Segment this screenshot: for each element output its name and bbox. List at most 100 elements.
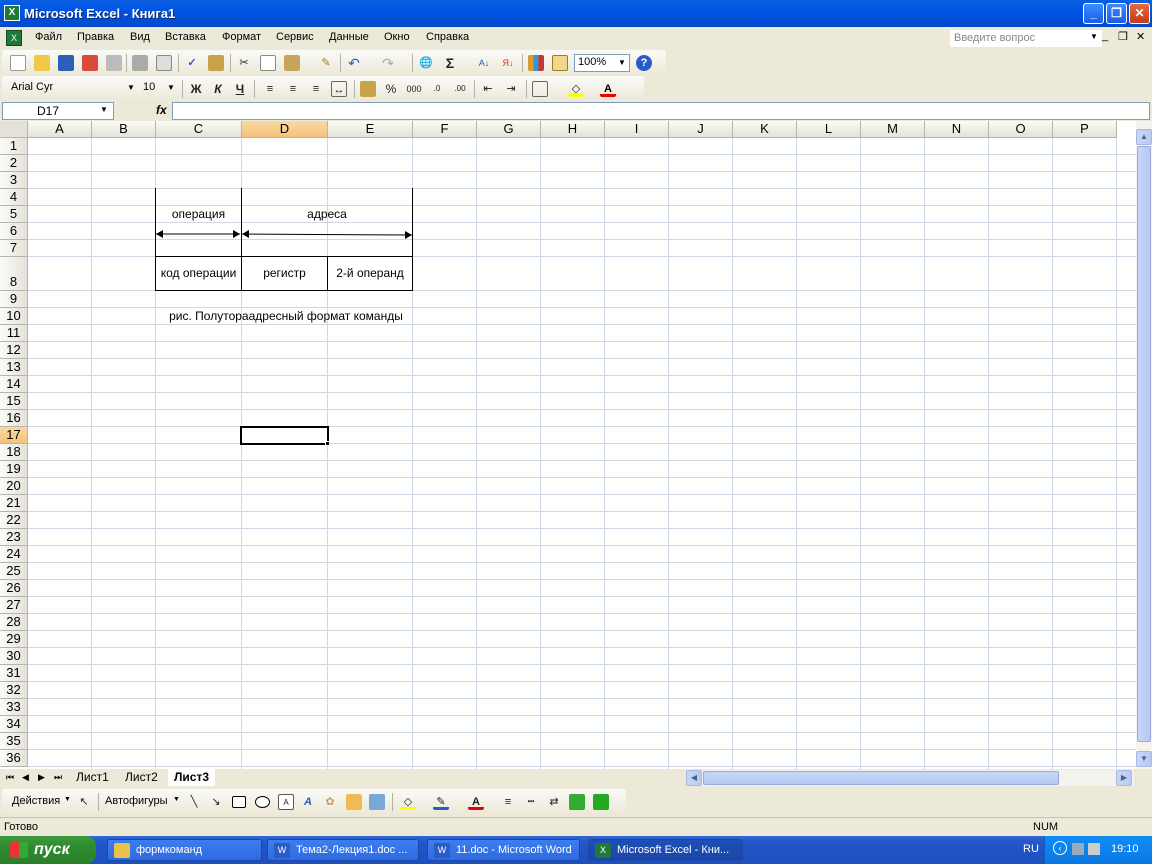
line-style-icon[interactable]: ≡: [500, 794, 516, 810]
doc-minimize-button[interactable]: _: [1102, 30, 1108, 42]
chart-wizard-icon[interactable]: [528, 55, 544, 71]
row-header-23[interactable]: 23: [0, 529, 28, 546]
tab-sheet1[interactable]: Лист1: [70, 769, 115, 786]
menu-window[interactable]: Окно: [384, 31, 410, 43]
task-excel[interactable]: X Microsoft Excel - Кни...: [588, 839, 743, 861]
menu-view[interactable]: Вид: [130, 31, 150, 43]
row-header-21[interactable]: 21: [0, 495, 28, 512]
column-header-j[interactable]: J: [669, 121, 733, 138]
row-header-28[interactable]: 28: [0, 614, 28, 631]
increase-decimal-icon[interactable]: .0: [429, 81, 445, 97]
menu-tools[interactable]: Сервис: [276, 31, 314, 43]
row-header-13[interactable]: 13: [0, 359, 28, 376]
cell-operand2[interactable]: 2-й операнд: [328, 266, 412, 280]
bold-button[interactable]: Ж: [188, 81, 204, 97]
oval-icon[interactable]: [255, 796, 270, 808]
zoom-combo[interactable]: 100% ▼: [574, 54, 630, 72]
sort-descending-icon[interactable]: Я↓: [500, 55, 516, 71]
hscroll-thumb[interactable]: [703, 771, 1059, 785]
formula-input[interactable]: [172, 102, 1150, 120]
help-icon[interactable]: ?: [636, 55, 652, 71]
last-sheet-icon[interactable]: ⏭: [54, 772, 62, 783]
new-icon[interactable]: [10, 55, 26, 71]
row-header-6[interactable]: 6: [0, 223, 28, 240]
row-header-9[interactable]: 9: [0, 291, 28, 308]
column-header-o[interactable]: O: [989, 121, 1053, 138]
task-word-11[interactable]: W 11.doc - Microsoft Word: [427, 839, 580, 861]
arrow-icon[interactable]: ↘: [208, 794, 224, 810]
rectangle-icon[interactable]: [232, 796, 246, 808]
row-header-26[interactable]: 26: [0, 580, 28, 597]
scroll-down-button[interactable]: ▼: [1136, 751, 1152, 767]
menu-data[interactable]: Данные: [329, 31, 369, 43]
undo-icon[interactable]: ↶: [346, 55, 362, 71]
minimize-button[interactable]: _: [1083, 3, 1104, 24]
row-header-2[interactable]: 2: [0, 155, 28, 172]
row-header-27[interactable]: 27: [0, 597, 28, 614]
wordart-icon[interactable]: A: [300, 794, 316, 810]
restore-button[interactable]: ❐: [1106, 3, 1127, 24]
menu-file[interactable]: Файл: [35, 31, 62, 43]
align-right-icon[interactable]: ≡: [308, 81, 324, 97]
cell-register[interactable]: регистр: [242, 266, 327, 280]
row-header-34[interactable]: 34: [0, 716, 28, 733]
network-icon[interactable]: [1072, 843, 1084, 855]
column-header-g[interactable]: G: [477, 121, 541, 138]
column-header-f[interactable]: F: [413, 121, 477, 138]
doc-restore-button[interactable]: ❐: [1118, 30, 1128, 43]
row-header-3[interactable]: 3: [0, 172, 28, 189]
row-header-5[interactable]: 5: [0, 206, 28, 223]
row-header-15[interactable]: 15: [0, 393, 28, 410]
cut-icon[interactable]: ✂: [236, 55, 252, 71]
percent-button[interactable]: %: [383, 81, 399, 97]
name-box[interactable]: D17: [2, 102, 114, 120]
print-icon[interactable]: [132, 55, 148, 71]
currency-icon[interactable]: [360, 81, 376, 97]
decrease-decimal-icon[interactable]: .00: [452, 81, 468, 97]
email-icon[interactable]: [106, 55, 122, 71]
row-header-32[interactable]: 32: [0, 682, 28, 699]
select-objects-icon[interactable]: ↖: [76, 794, 92, 810]
column-header-k[interactable]: K: [733, 121, 797, 138]
format-painter-icon[interactable]: ✎: [318, 55, 334, 71]
font-size-combo[interactable]: 10 ▼: [140, 80, 178, 98]
task-word-lecture[interactable]: W Тема2-Лекция1.doc ...: [267, 839, 419, 861]
borders-icon[interactable]: [532, 81, 548, 97]
row-header-17[interactable]: 17: [0, 427, 28, 444]
row-header-7[interactable]: 7: [0, 240, 28, 257]
cell-caption[interactable]: рис. Полутораадресный формат команды: [156, 309, 416, 323]
column-header-p[interactable]: P: [1053, 121, 1117, 138]
fill-color-icon[interactable]: ◇: [568, 81, 584, 97]
column-header-i[interactable]: I: [605, 121, 669, 138]
picture-icon[interactable]: [369, 794, 385, 810]
drawing-icon[interactable]: [552, 55, 568, 71]
paste-icon[interactable]: [284, 55, 300, 71]
row-header-25[interactable]: 25: [0, 563, 28, 580]
font-combo[interactable]: Arial Cyr ▼: [8, 80, 138, 98]
close-button[interactable]: ✕: [1129, 3, 1150, 24]
redo-icon[interactable]: ↷: [380, 55, 396, 71]
active-cell-d17[interactable]: [240, 426, 329, 445]
vertical-scrollbar[interactable]: ▲ ▼: [1136, 121, 1152, 769]
volume-icon[interactable]: [1088, 843, 1100, 855]
align-center-icon[interactable]: ≡: [285, 81, 301, 97]
row-header-36[interactable]: 36: [0, 750, 28, 767]
underline-button[interactable]: Ч: [232, 81, 248, 97]
clipart-icon[interactable]: [346, 794, 362, 810]
open-icon[interactable]: [34, 55, 50, 71]
diagram-icon[interactable]: ✿: [322, 794, 338, 810]
ask-dropdown-icon[interactable]: ▼: [1090, 32, 1098, 41]
research-icon[interactable]: [208, 55, 224, 71]
excel-app-icon[interactable]: X: [4, 5, 20, 21]
scroll-thumb[interactable]: [1137, 146, 1151, 742]
row-header-29[interactable]: 29: [0, 631, 28, 648]
row-header-33[interactable]: 33: [0, 699, 28, 716]
first-sheet-icon[interactable]: ⏮: [6, 772, 14, 783]
line-icon[interactable]: ╲: [186, 794, 202, 810]
autoshapes-menu[interactable]: Автофигуры: [105, 795, 168, 807]
scroll-right-button[interactable]: ▶: [1116, 770, 1132, 786]
sort-ascending-icon[interactable]: A↓: [476, 55, 492, 71]
print-preview-icon[interactable]: [156, 55, 172, 71]
row-header-35[interactable]: 35: [0, 733, 28, 750]
cell-addresses[interactable]: адреса: [242, 207, 412, 221]
